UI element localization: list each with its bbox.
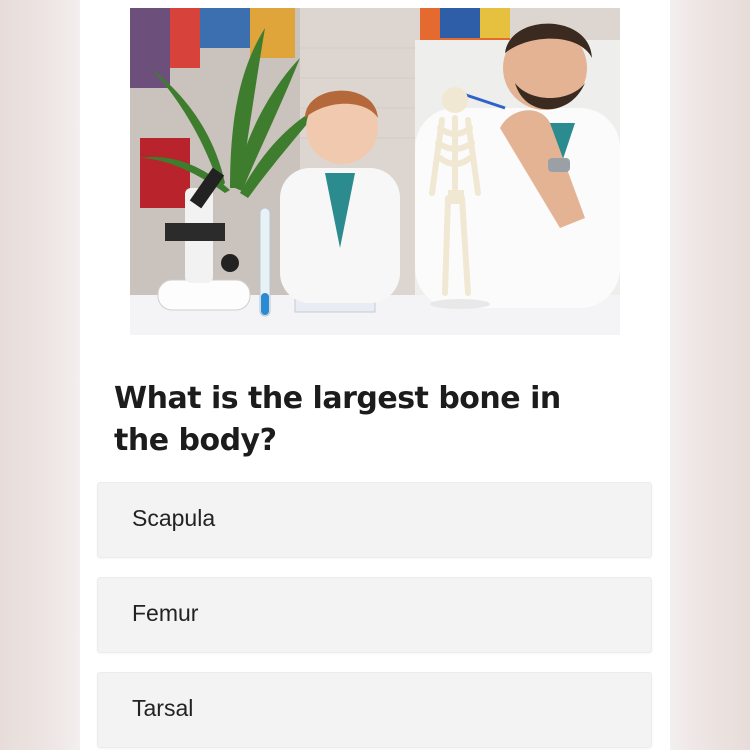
answer-option-tarsal[interactable]: Tarsal: [97, 672, 652, 748]
answer-option-label: Tarsal: [132, 695, 194, 721]
question-text: What is the largest bone in the body?: [114, 381, 561, 458]
classroom-photo-icon: [130, 8, 620, 335]
answer-option-label: Femur: [132, 600, 199, 626]
quiz-photo: [130, 8, 620, 335]
quiz-card: What is the largest bone in the body? Sc…: [80, 0, 670, 750]
answer-option-scapula[interactable]: Scapula: [97, 482, 652, 558]
answer-option-label: Scapula: [132, 505, 216, 531]
answer-option-femur[interactable]: Femur: [97, 577, 652, 653]
